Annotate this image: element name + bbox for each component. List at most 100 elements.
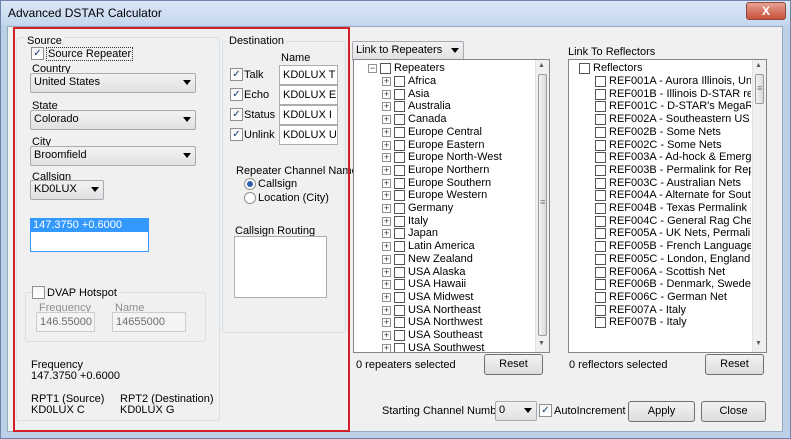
expand-icon[interactable]: + xyxy=(382,165,391,175)
tree-checkbox[interactable] xyxy=(595,126,606,138)
tree-item[interactable]: + Europe Western xyxy=(354,189,534,202)
tree-item[interactable]: REF001A - Aurora Illinois, United States xyxy=(569,75,751,88)
tree-checkbox[interactable] xyxy=(394,203,405,214)
tree-item[interactable]: REF003A - Ad-hock & Emergency Use xyxy=(569,151,751,164)
tree-checkbox[interactable] xyxy=(595,304,606,316)
expand-icon[interactable]: + xyxy=(382,140,391,150)
expand-icon[interactable]: + xyxy=(382,318,391,328)
tree-checkbox[interactable] xyxy=(394,342,405,352)
scroll-down-icon[interactable]: ▼ xyxy=(755,340,762,347)
tree-item[interactable]: + Africa xyxy=(354,75,534,88)
expand-icon[interactable]: + xyxy=(382,191,391,201)
tree-item[interactable]: REF005C - London, England xyxy=(569,253,751,266)
tree-item[interactable]: REF002C - Some Nets xyxy=(569,139,751,152)
tree-item[interactable]: + Germany xyxy=(354,202,534,215)
repeaters-scrollbar[interactable]: ▲ ≡ ▼ xyxy=(535,60,549,352)
tree-checkbox[interactable] xyxy=(595,190,606,202)
expand-icon[interactable]: + xyxy=(382,77,391,86)
tree-checkbox[interactable] xyxy=(595,114,606,126)
scroll-thumb[interactable]: ≡ xyxy=(538,74,547,336)
tree-checkbox[interactable] xyxy=(595,164,606,176)
tree-item[interactable]: REF005A - UK Nets, Permalink Repeat xyxy=(569,227,751,240)
tree-item[interactable]: + Latin America xyxy=(354,240,534,253)
tree-item[interactable]: + USA Hawaii xyxy=(354,278,534,291)
tree-checkbox[interactable] xyxy=(595,76,606,87)
tree-checkbox[interactable] xyxy=(579,63,590,74)
reset-reflectors-button[interactable]: Reset xyxy=(705,354,764,375)
tree-item[interactable]: REF001B - Illinois D-STAR repeaters xyxy=(569,88,751,101)
scroll-thumb[interactable]: ≡ xyxy=(755,74,764,104)
expand-icon[interactable]: + xyxy=(382,216,391,226)
expand-icon[interactable]: + xyxy=(382,292,391,302)
tree-item[interactable]: REF005B - French Language - Swiss ar xyxy=(569,240,751,253)
tree-item[interactable]: REF004B - Texas Permalink Repeaters xyxy=(569,202,751,215)
tree-checkbox[interactable] xyxy=(394,177,405,189)
tree-item[interactable]: + Europe Central xyxy=(354,126,534,139)
expand-icon[interactable]: + xyxy=(382,178,391,188)
tree-checkbox[interactable] xyxy=(595,253,606,265)
tree-checkbox[interactable] xyxy=(595,152,606,164)
tree-item[interactable]: + Italy xyxy=(354,215,534,228)
starting-channel-dropdown[interactable]: 0 xyxy=(495,401,537,421)
tree-checkbox[interactable] xyxy=(394,291,405,303)
expand-icon[interactable]: + xyxy=(382,204,391,213)
tree-checkbox[interactable] xyxy=(394,88,405,100)
tree-checkbox[interactable] xyxy=(595,177,606,189)
tree-item[interactable]: + USA Southeast xyxy=(354,329,534,342)
tree-item[interactable]: + Europe Southern xyxy=(354,177,534,190)
tree-checkbox[interactable] xyxy=(394,114,405,126)
tree-item[interactable]: + Asia xyxy=(354,88,534,101)
reflectors-scrollbar[interactable]: ▲ ≡ ▼ xyxy=(752,60,766,352)
tree-item[interactable]: REF003C - Australian Nets xyxy=(569,177,751,190)
tree-checkbox[interactable] xyxy=(394,164,405,176)
tree-checkbox[interactable] xyxy=(380,63,391,74)
tree-checkbox[interactable] xyxy=(394,139,405,151)
expand-icon[interactable]: + xyxy=(382,127,391,137)
expand-icon[interactable]: + xyxy=(382,280,391,290)
apply-button[interactable]: Apply xyxy=(628,401,695,422)
tree-checkbox[interactable] xyxy=(394,279,405,291)
tree-item[interactable]: + USA Southwest xyxy=(354,342,534,352)
scroll-up-icon[interactable]: ▲ xyxy=(755,62,762,69)
tree-item[interactable]: REF004C - General Rag Chew (English xyxy=(569,215,751,228)
tree-checkbox[interactable] xyxy=(595,241,606,253)
tree-root-reflectors[interactable]: Reflectors xyxy=(569,62,751,75)
close-window-button[interactable]: X xyxy=(746,2,786,20)
tree-item[interactable]: REF007B - Italy xyxy=(569,316,751,329)
tree-item[interactable]: REF002B - Some Nets xyxy=(569,126,751,139)
expand-icon[interactable]: + xyxy=(382,331,391,340)
tree-checkbox[interactable] xyxy=(595,203,606,214)
tree-item[interactable]: + Europe North-West xyxy=(354,151,534,164)
expand-icon[interactable]: + xyxy=(382,343,391,352)
expand-icon[interactable]: + xyxy=(382,115,391,125)
tree-checkbox[interactable] xyxy=(595,228,606,240)
tree-item[interactable]: + Japan xyxy=(354,227,534,240)
tree-checkbox[interactable] xyxy=(595,139,606,151)
expand-icon[interactable]: + xyxy=(382,102,391,112)
tree-checkbox[interactable] xyxy=(394,126,405,138)
tree-item[interactable]: + Canada xyxy=(354,113,534,126)
tree-checkbox[interactable] xyxy=(595,279,606,291)
expand-icon[interactable]: + xyxy=(382,89,391,99)
tree-checkbox[interactable] xyxy=(394,317,405,329)
tree-checkbox[interactable] xyxy=(595,101,606,113)
tree-checkbox[interactable] xyxy=(595,291,606,303)
link-to-repeaters-dropdown[interactable]: Link to Repeaters xyxy=(352,41,464,61)
scroll-up-icon[interactable]: ▲ xyxy=(538,62,545,69)
tree-checkbox[interactable] xyxy=(595,317,606,329)
tree-checkbox[interactable] xyxy=(394,330,405,341)
tree-root-repeaters[interactable]: − Repeaters xyxy=(354,62,534,75)
tree-checkbox[interactable] xyxy=(394,241,405,253)
tree-item[interactable]: REF003B - Permalink for Repeaters, inc xyxy=(569,164,751,177)
tree-checkbox[interactable] xyxy=(394,253,405,265)
expand-icon[interactable]: + xyxy=(382,254,391,264)
tree-item[interactable]: + Australia xyxy=(354,100,534,113)
tree-checkbox[interactable] xyxy=(394,152,405,164)
tree-item[interactable]: + USA Alaska xyxy=(354,266,534,279)
tree-checkbox[interactable] xyxy=(394,215,405,227)
tree-checkbox[interactable] xyxy=(394,101,405,113)
tree-item[interactable]: + Europe Eastern xyxy=(354,139,534,152)
tree-item[interactable]: + Europe Northern xyxy=(354,164,534,177)
expand-icon[interactable]: + xyxy=(382,229,391,239)
expand-icon[interactable]: + xyxy=(382,242,391,252)
